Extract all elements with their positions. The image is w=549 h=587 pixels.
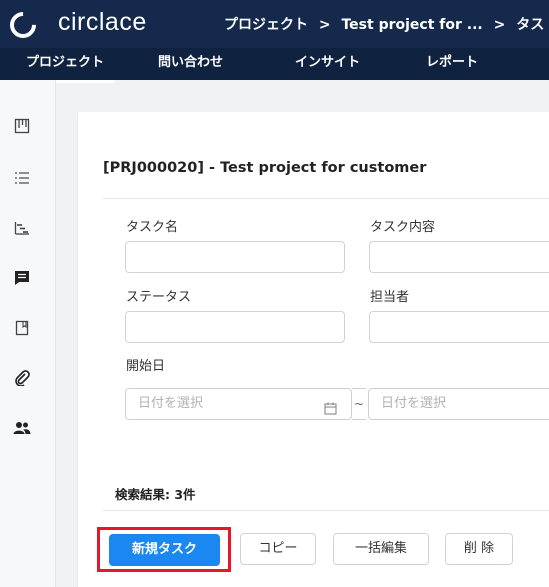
nav-tab-insights[interactable]: インサイト	[285, 48, 370, 80]
start-date-from-input[interactable]: 日付を選択	[125, 388, 352, 420]
date-from-placeholder: 日付を選択	[138, 396, 204, 411]
divider	[103, 510, 549, 511]
search-results-count: 検索結果: 3件	[115, 487, 196, 502]
calendar-icon[interactable]	[324, 397, 337, 427]
breadcrumb: プロジェクト > Test project for ... > タス	[224, 14, 549, 34]
bookmark-icon[interactable]	[12, 318, 32, 338]
delete-button[interactable]: 削 除	[445, 533, 513, 565]
breadcrumb-item-project[interactable]: Test project for ...	[341, 17, 482, 33]
assignee-label: 担当者	[370, 290, 410, 305]
highlight-box	[97, 527, 231, 572]
start-date-label: 開始日	[126, 359, 166, 374]
nav-tab-reports[interactable]: レポート	[416, 48, 488, 80]
app-header: circlace プロジェクト > Test project for ... >…	[0, 0, 549, 48]
status-input[interactable]	[125, 311, 345, 343]
task-content-input[interactable]	[369, 241, 549, 273]
date-range-separator: ~	[352, 388, 366, 420]
gantt-icon[interactable]	[12, 218, 32, 238]
copy-button[interactable]: コピー	[240, 533, 316, 565]
content-card	[78, 112, 549, 587]
nav-tab-inquiries[interactable]: 問い合わせ	[148, 48, 233, 80]
logo-icon[interactable]	[4, 6, 42, 44]
main-nav: プロジェクト 問い合わせ インサイト レポート	[0, 48, 549, 83]
members-icon[interactable]	[12, 418, 32, 438]
breadcrumb-separator: >	[493, 17, 506, 33]
task-content-label: タスク内容	[370, 220, 436, 235]
task-name-label: タスク名	[126, 220, 179, 235]
attachment-icon[interactable]	[12, 368, 32, 388]
breadcrumb-item-tasks: タス	[516, 17, 545, 33]
page-title: [PRJ000020] - Test project for customer	[103, 160, 427, 176]
sidebar	[0, 80, 56, 587]
nav-tab-projects[interactable]: プロジェクト	[16, 48, 115, 83]
assignee-input[interactable]	[369, 311, 549, 343]
bulk-edit-button[interactable]: 一括編集	[333, 533, 429, 565]
breadcrumb-item-projects[interactable]: プロジェクト	[224, 17, 308, 33]
brand-logo-text[interactable]: circlace	[58, 8, 147, 37]
divider	[103, 198, 549, 199]
list-icon[interactable]	[12, 168, 32, 188]
task-name-input[interactable]	[125, 241, 345, 273]
comment-icon[interactable]	[12, 268, 32, 288]
date-to-placeholder: 日付を選択	[381, 396, 447, 411]
start-date-to-input[interactable]: 日付を選択	[368, 388, 549, 420]
breadcrumb-separator: >	[318, 17, 331, 33]
board-icon[interactable]	[12, 116, 32, 136]
status-label: ステータス	[126, 290, 192, 305]
